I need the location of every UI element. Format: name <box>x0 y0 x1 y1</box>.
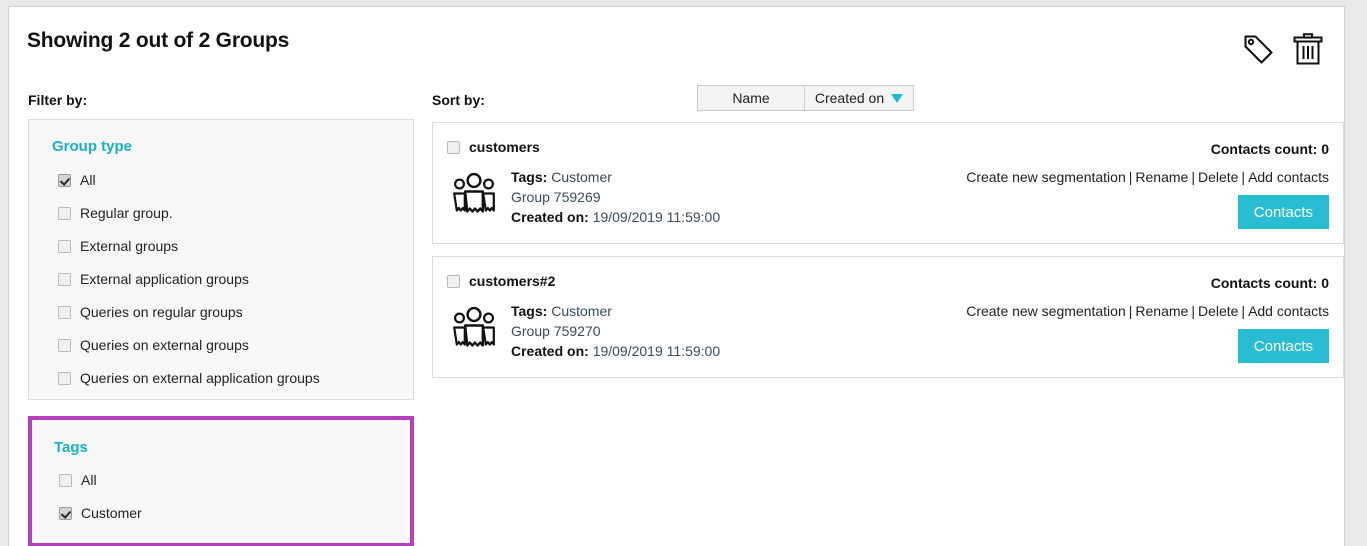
group-card-title-row[interactable]: customers <box>447 139 540 155</box>
checkbox-icon[interactable] <box>58 338 71 352</box>
group-card-title-row[interactable]: customers#2 <box>447 273 555 289</box>
filter-option-queries-on-external-application-groups[interactable]: Queries on external application groups <box>58 370 320 386</box>
group-people-icon <box>451 305 497 347</box>
filter-option-label: Regular group. <box>80 205 173 221</box>
sort-option-name-label: Name <box>732 90 770 106</box>
group-card-tags-line: Tags: Customer <box>511 167 720 187</box>
delete-link[interactable]: Delete <box>1198 169 1238 185</box>
group-card-id: Group 759270 <box>511 323 601 339</box>
rename-link[interactable]: Rename <box>1135 303 1188 319</box>
checkbox-icon[interactable] <box>58 239 71 253</box>
group-card[interactable]: customers#2 Tags: Customer Group 759270 <box>432 256 1344 378</box>
rename-link[interactable]: Rename <box>1135 169 1188 185</box>
group-card-title: customers <box>469 139 540 155</box>
filter-option-label: Queries on external application groups <box>80 370 320 386</box>
app-screen: Showing 2 out of 2 Groups Filter by: Sor… <box>0 0 1367 546</box>
filter-heading-tags: Tags <box>54 439 88 456</box>
sort-option-created-on[interactable]: Created on <box>805 85 914 111</box>
checkbox-icon[interactable] <box>58 305 71 319</box>
add-contacts-link[interactable]: Add contacts <box>1248 169 1329 185</box>
contacts-button[interactable]: Contacts <box>1237 195 1329 229</box>
tag-option-all[interactable]: All <box>59 472 97 488</box>
filter-option-regular-group[interactable]: Regular group. <box>58 205 173 221</box>
tag-option-customer[interactable]: Customer <box>59 505 142 521</box>
checkbox-icon[interactable] <box>58 206 71 220</box>
sort-toggle: Name Created on <box>697 85 914 111</box>
group-card-title: customers#2 <box>469 273 556 289</box>
filter-option-all[interactable]: All <box>58 172 96 188</box>
group-card-tags-label: Tags: <box>511 303 548 319</box>
link-separator: | <box>1191 169 1195 185</box>
filter-panel-tags: Tags All Customer <box>32 420 410 543</box>
link-separator: | <box>1128 169 1133 185</box>
filter-option-label: All <box>80 172 96 188</box>
filter-heading-group-type: Group type <box>52 138 133 155</box>
page-frame: Showing 2 out of 2 Groups Filter by: Sor… <box>8 6 1345 546</box>
filter-by-label: Filter by: <box>28 92 88 108</box>
group-card[interactable]: customers Tags: Customer Group 759269 Cr… <box>432 122 1344 244</box>
link-separator: | <box>1191 303 1195 319</box>
checkbox-icon[interactable] <box>59 473 72 487</box>
filter-option-external-application-groups[interactable]: External application groups <box>58 271 249 287</box>
group-card-created-line: Created on: 19/09/2019 11:59:00 <box>511 341 720 361</box>
sort-option-created-on-label: Created on <box>814 90 885 106</box>
filter-option-queries-on-regular-groups[interactable]: Queries on regular groups <box>58 304 243 320</box>
group-card-tags-label: Tags: <box>511 169 548 185</box>
group-card-created-value: 19/09/2019 11:59:00 <box>592 343 721 359</box>
chevron-down-icon <box>891 93 904 103</box>
checkbox-icon[interactable] <box>59 506 72 520</box>
add-contacts-link[interactable]: Add contacts <box>1248 303 1329 319</box>
checkbox-icon[interactable] <box>447 274 460 288</box>
link-separator: | <box>1241 303 1246 319</box>
filter-option-queries-on-external-groups[interactable]: Queries on external groups <box>58 337 249 353</box>
group-card-created-line: Created on: 19/09/2019 11:59:00 <box>511 207 720 227</box>
link-separator: | <box>1128 303 1133 319</box>
link-separator: | <box>1241 169 1246 185</box>
checkbox-icon[interactable] <box>58 371 71 385</box>
group-card-actions: Create new segmentation | Rename | Delete | Ad… <box>966 169 1329 185</box>
group-card-created-value: 19/09/2019 11:59:00 <box>592 209 721 225</box>
checkbox-icon[interactable] <box>58 272 71 286</box>
group-card-created-label: Created on: <box>511 209 589 225</box>
contacts-button[interactable]: Contacts <box>1237 329 1329 363</box>
tag-option-label: Customer <box>81 505 142 521</box>
delete-link[interactable]: Delete <box>1198 303 1238 319</box>
trash-icon[interactable] <box>1292 32 1324 66</box>
filter-option-label: External groups <box>80 238 179 254</box>
checkbox-icon[interactable] <box>58 173 71 187</box>
tag-icon[interactable] <box>1242 32 1276 66</box>
filter-option-external-groups[interactable]: External groups <box>58 238 178 254</box>
filter-panel-group-type: Group type All Regular group. External g… <box>28 119 414 400</box>
create-new-segmentation-link[interactable]: Create new segmentation <box>966 169 1126 185</box>
group-card-id: Group 759269 <box>511 189 601 205</box>
group-card-meta: Tags: Customer Group 759270 Created on: … <box>511 301 720 361</box>
contacts-count: Contacts count: 0 <box>1210 141 1329 157</box>
page-title: Showing 2 out of 2 Groups <box>27 29 290 52</box>
filter-panel-tags-highlight: Tags All Customer <box>28 416 414 546</box>
contacts-count: Contacts count: 0 <box>1210 275 1329 291</box>
group-card-tags-value: Customer <box>551 169 612 185</box>
filter-option-label: Queries on regular groups <box>80 304 243 320</box>
group-card-actions: Create new segmentation | Rename | Delete | Ad… <box>966 303 1329 319</box>
create-new-segmentation-link[interactable]: Create new segmentation <box>966 303 1126 319</box>
group-card-tags-line: Tags: Customer <box>511 301 720 321</box>
group-card-created-label: Created on: <box>511 343 589 359</box>
checkbox-icon[interactable] <box>447 140 460 154</box>
sort-option-name[interactable]: Name <box>697 85 805 111</box>
sort-by-label: Sort by: <box>432 92 485 108</box>
group-people-icon <box>451 171 497 213</box>
group-card-tags-value: Customer <box>551 303 612 319</box>
group-card-meta: Tags: Customer Group 759269 Created on: … <box>511 167 720 227</box>
tag-option-label: All <box>81 472 97 488</box>
header-icon-group <box>1242 32 1324 66</box>
filter-option-label: External application groups <box>80 271 249 287</box>
filter-option-label: Queries on external groups <box>80 337 249 353</box>
